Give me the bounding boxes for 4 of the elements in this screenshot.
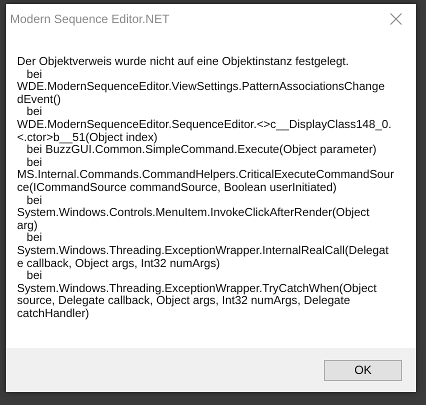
ok-button[interactable]: OK [324,360,402,380]
window-title: Modern Sequence Editor.NET [10,12,170,26]
error-message: Der Objektverweis wurde nicht auf eine Objektinstanz festgelegt. bei WDE.ModernSequenceEditor.ViewSettings.PatternAssociationsChange dEvent() bei WDE.ModernSequenceEditor.SequenceEditor.<>c__DisplayClass148_0. <.ctor>b__51(Object index) bei BuzzGUI.Common.SimpleCommand.Execute(Object parameter) bei MS.Internal.Commands.CommandHelpers.CriticalExecuteCommandSour ce(ICommandSource commandSource, Boolean userInitiated) bei System.Windows.Controls.MenuItem.InvokeClickAfterRender(Object arg) bei System.Windows.Threading.ExceptionWrapper.InternalRealCall(Delegat e callback, Object args, Int32 numArgs) bei System.Windows.Threading.ExceptionWrapper.TryCatchWhen(Object source, Delegate callback, Object args, Int32 numArgs, Delegate catchHandler) [17,56,394,320]
close-icon[interactable] [390,13,402,25]
